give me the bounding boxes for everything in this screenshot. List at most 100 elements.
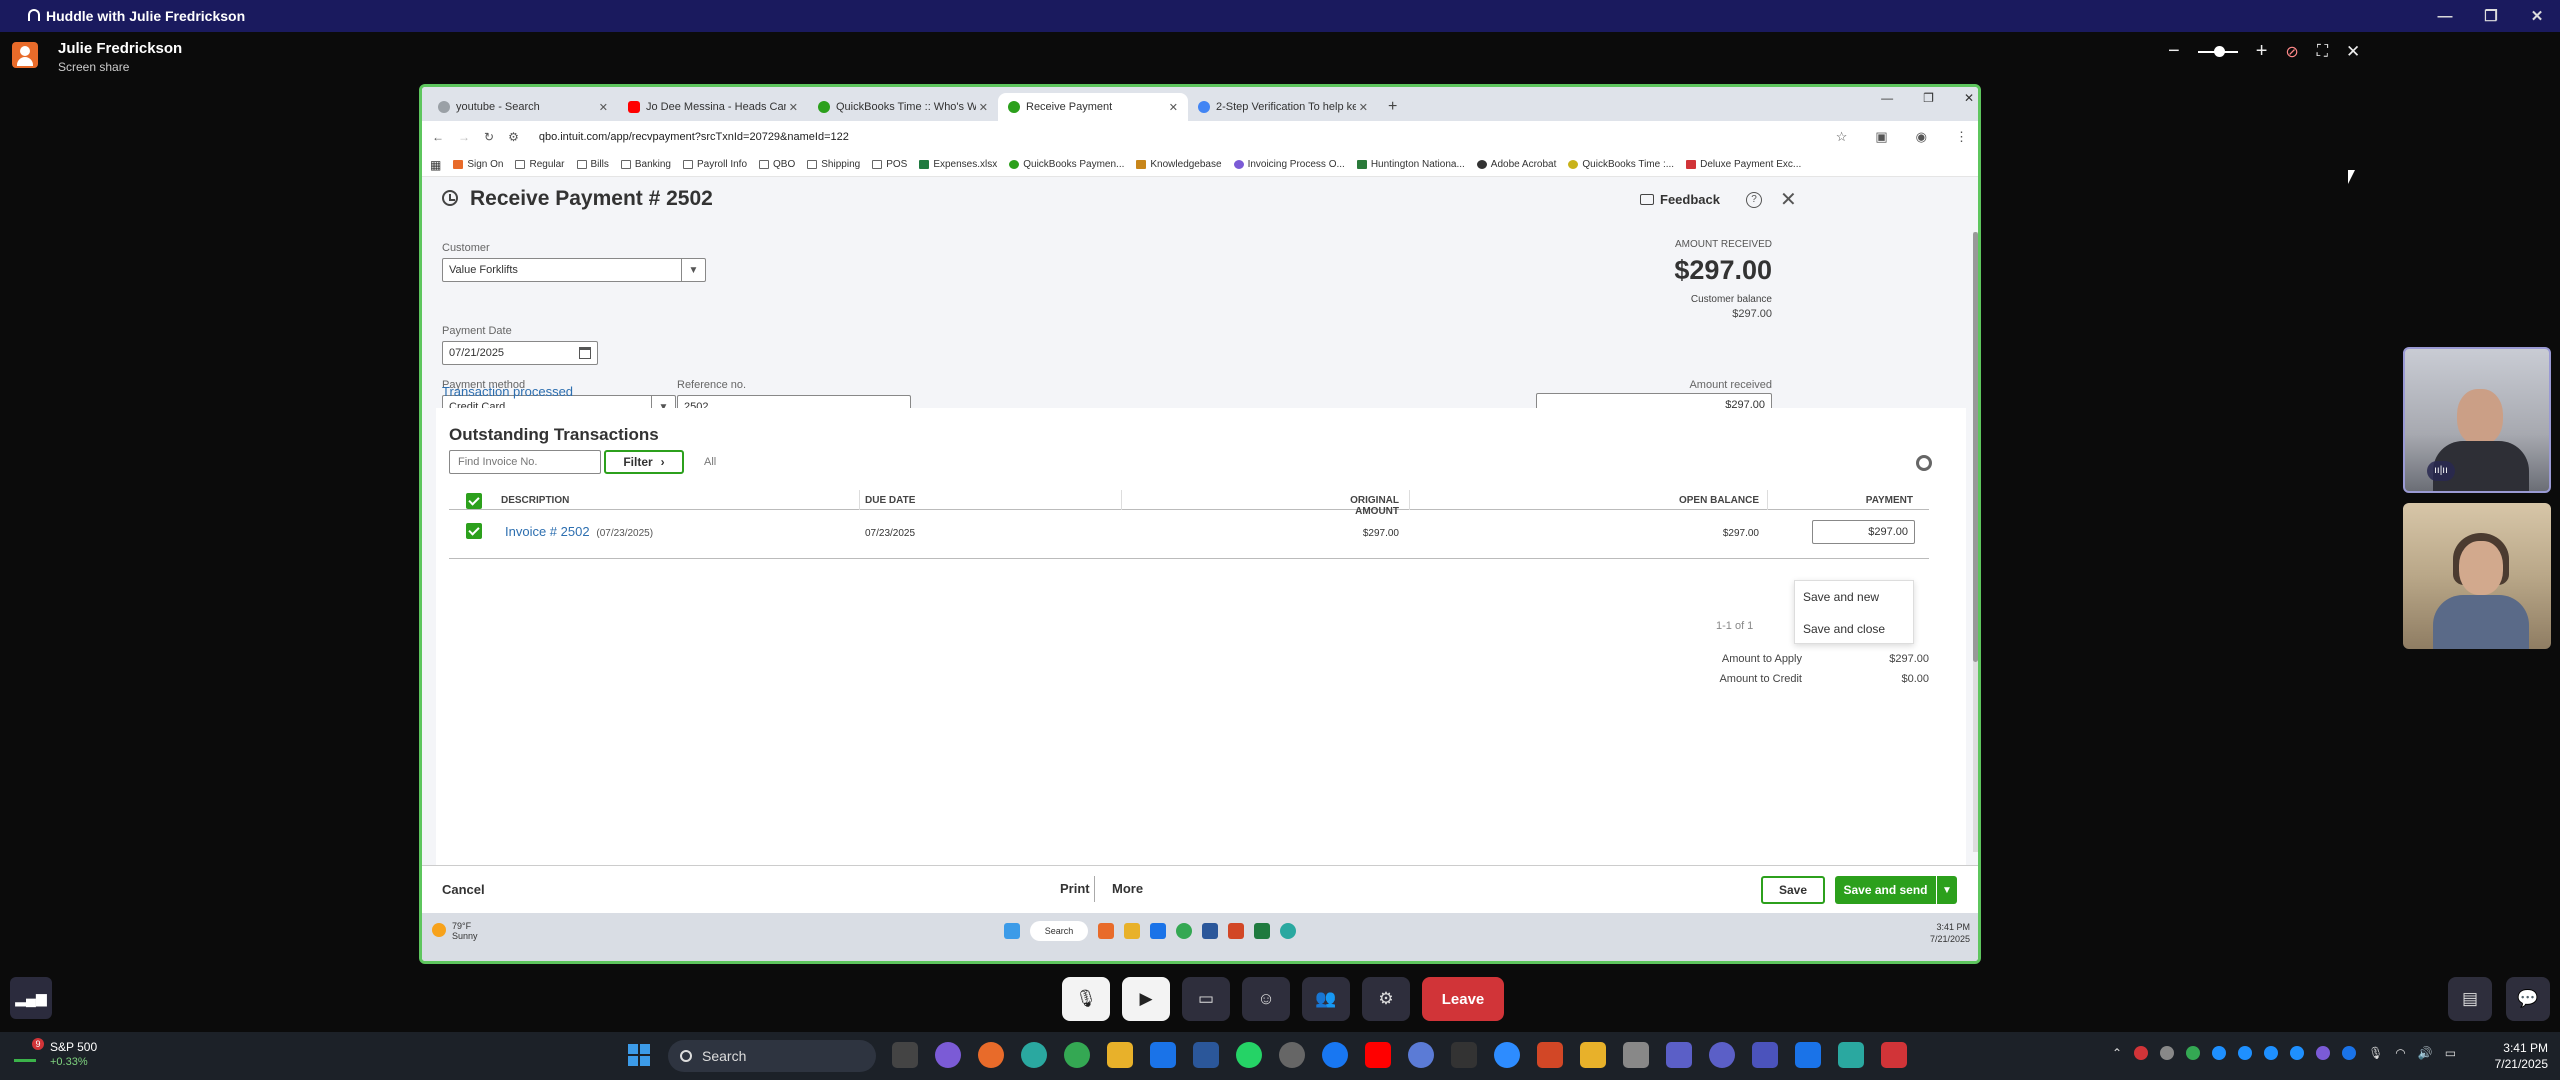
page-scrollbar[interactable]: [1973, 232, 1978, 852]
bookmark[interactable]: Regular: [515, 159, 565, 170]
app-icon[interactable]: [1408, 1042, 1434, 1068]
youtube-icon[interactable]: [1365, 1042, 1391, 1068]
select-all-checkbox[interactable]: [466, 493, 482, 509]
bookmark[interactable]: Bills: [576, 159, 609, 170]
edge-icon[interactable]: [1280, 923, 1296, 939]
tray-icon[interactable]: [2316, 1046, 2331, 1060]
bookmark[interactable]: Expenses.xlsx: [919, 159, 997, 170]
app-icon[interactable]: [1623, 1042, 1649, 1068]
bookmark[interactable]: Knowledgebase: [1136, 159, 1222, 170]
tab-close-icon[interactable]: ✕: [1169, 101, 1178, 114]
tray-icon[interactable]: [2160, 1046, 2175, 1060]
save-and-close-option[interactable]: Save and close: [1795, 613, 1913, 645]
history-icon[interactable]: [442, 190, 458, 206]
payment-date-field[interactable]: 07/21/2025: [442, 341, 598, 365]
tab-close-icon[interactable]: ✕: [599, 101, 608, 114]
browser-tab[interactable]: 2-Step Verification To help keep ✕: [1188, 93, 1378, 121]
chevron-down-icon[interactable]: ▼: [1937, 876, 1957, 904]
onedrive-icon[interactable]: [2264, 1046, 2279, 1060]
volume-icon[interactable]: 🔊: [2418, 1046, 2433, 1060]
onedrive-icon[interactable]: [2238, 1046, 2253, 1060]
people-icon[interactable]: 👥: [1302, 977, 1350, 1021]
participant-video[interactable]: ıı|ıı: [2403, 347, 2551, 493]
app-icon[interactable]: [892, 1042, 918, 1068]
back-icon[interactable]: ←: [432, 130, 444, 144]
stock-widget[interactable]: S&P 500 +0.33%: [50, 1040, 97, 1070]
calendar-app-icon[interactable]: [1193, 1042, 1219, 1068]
find-invoice-input[interactable]: Find Invoice No.: [449, 450, 601, 474]
windows-start-icon[interactable]: [1004, 923, 1020, 939]
onedrive-icon[interactable]: [2212, 1046, 2227, 1060]
microphone-icon[interactable]: 🎙: [1062, 977, 1110, 1021]
restore-icon[interactable]: ❐: [1923, 91, 1934, 105]
zoom-icon[interactable]: [1494, 1042, 1520, 1068]
taskbar-search[interactable]: Search: [668, 1040, 876, 1072]
leave-button[interactable]: Leave: [1422, 977, 1504, 1021]
tab-close-icon[interactable]: ✕: [1359, 101, 1368, 114]
forward-icon[interactable]: →: [458, 130, 470, 144]
feedback-button[interactable]: Feedback: [1640, 192, 1720, 207]
browser-tab[interactable]: youtube - Search ✕: [428, 93, 618, 121]
restore-icon[interactable]: ❐: [2468, 0, 2514, 32]
bookmark[interactable]: Sign On: [453, 159, 503, 170]
share-screen-icon[interactable]: ▭: [1182, 977, 1230, 1021]
bookmark[interactable]: QuickBooks Time :...: [1568, 159, 1674, 170]
new-tab-icon[interactable]: +: [1388, 93, 1397, 121]
bookmark[interactable]: QBO: [759, 159, 795, 170]
zoom-in-icon[interactable]: +: [2256, 40, 2268, 63]
chrome-icon[interactable]: [1176, 923, 1192, 939]
column-header[interactable]: PAYMENT: [1829, 495, 1913, 506]
cancel-button[interactable]: Cancel: [442, 882, 485, 897]
more-button[interactable]: More: [1112, 881, 1143, 896]
bookmark[interactable]: Payroll Info: [683, 159, 747, 170]
customer-select[interactable]: Value Forklifts ▼: [442, 258, 706, 282]
bookmark[interactable]: Shipping: [807, 159, 860, 170]
bookmark[interactable]: Invoicing Process O...: [1233, 159, 1345, 170]
payment-input[interactable]: $297.00: [1812, 520, 1915, 544]
excel-icon[interactable]: [1254, 923, 1270, 939]
gear-icon[interactable]: [1916, 455, 1932, 471]
filter-button[interactable]: Filter ›: [604, 450, 684, 474]
app-icon[interactable]: [1666, 1042, 1692, 1068]
bookmark[interactable]: POS: [872, 159, 907, 170]
bookmark[interactable]: Adobe Acrobat: [1476, 159, 1556, 170]
zoom-out-icon[interactable]: −: [2168, 40, 2180, 63]
app-icon[interactable]: [1838, 1042, 1864, 1068]
participant-video[interactable]: [2403, 503, 2551, 649]
bookmark-star-icon[interactable]: ☆: [1836, 129, 1848, 145]
wifi-icon[interactable]: ◠: [2395, 1046, 2405, 1060]
invoice-link[interactable]: Invoice # 2502: [505, 524, 590, 539]
bookmark[interactable]: QuickBooks Paymen...: [1009, 159, 1124, 170]
app-icon[interactable]: [1451, 1042, 1477, 1068]
save-button[interactable]: Save: [1761, 876, 1825, 904]
camera-icon[interactable]: ▶: [1122, 977, 1170, 1021]
taskbar-search[interactable]: Search: [1030, 921, 1088, 941]
apps-grid-icon[interactable]: ▦: [430, 158, 441, 172]
weather-widget[interactable]: 79°F Sunny: [452, 921, 478, 941]
tab-close-icon[interactable]: ✕: [979, 101, 988, 114]
system-clock[interactable]: 3:41 PM 7/21/2025: [2495, 1040, 2548, 1072]
outlook-icon[interactable]: [1150, 1042, 1176, 1068]
browser-tab[interactable]: QuickBooks Time :: Who's Working ✕: [808, 93, 998, 121]
chat-panel-icon[interactable]: ▤: [2448, 977, 2492, 1021]
facebook-icon[interactable]: [1322, 1042, 1348, 1068]
reload-icon[interactable]: ↻: [484, 130, 494, 144]
copilot-icon[interactable]: [935, 1042, 961, 1068]
save-and-new-option[interactable]: Save and new: [1795, 581, 1913, 613]
tab-close-icon[interactable]: ✕: [789, 101, 798, 114]
tray-icon[interactable]: [2134, 1046, 2149, 1060]
transaction-processed-link[interactable]: Transaction processed: [442, 384, 573, 399]
close-icon[interactable]: ✕: [1964, 91, 1974, 105]
tab-search-icon[interactable]: ▣: [1875, 129, 1887, 145]
close-icon[interactable]: ✕: [1780, 187, 1797, 212]
minimize-icon[interactable]: —: [1881, 91, 1893, 105]
windows-start-icon[interactable]: [628, 1044, 650, 1066]
column-header[interactable]: OPEN BALANCE: [1669, 495, 1759, 506]
bookmark[interactable]: Deluxe Payment Exc...: [1686, 159, 1801, 170]
print-button[interactable]: Print: [1060, 881, 1090, 896]
minimize-icon[interactable]: —: [2422, 0, 2468, 32]
profile-icon[interactable]: ◉: [1916, 129, 1927, 145]
bookmark[interactable]: Banking: [620, 159, 671, 170]
stop-control-icon[interactable]: ⊘: [2285, 42, 2298, 62]
battery-icon[interactable]: ▭: [2445, 1046, 2456, 1060]
